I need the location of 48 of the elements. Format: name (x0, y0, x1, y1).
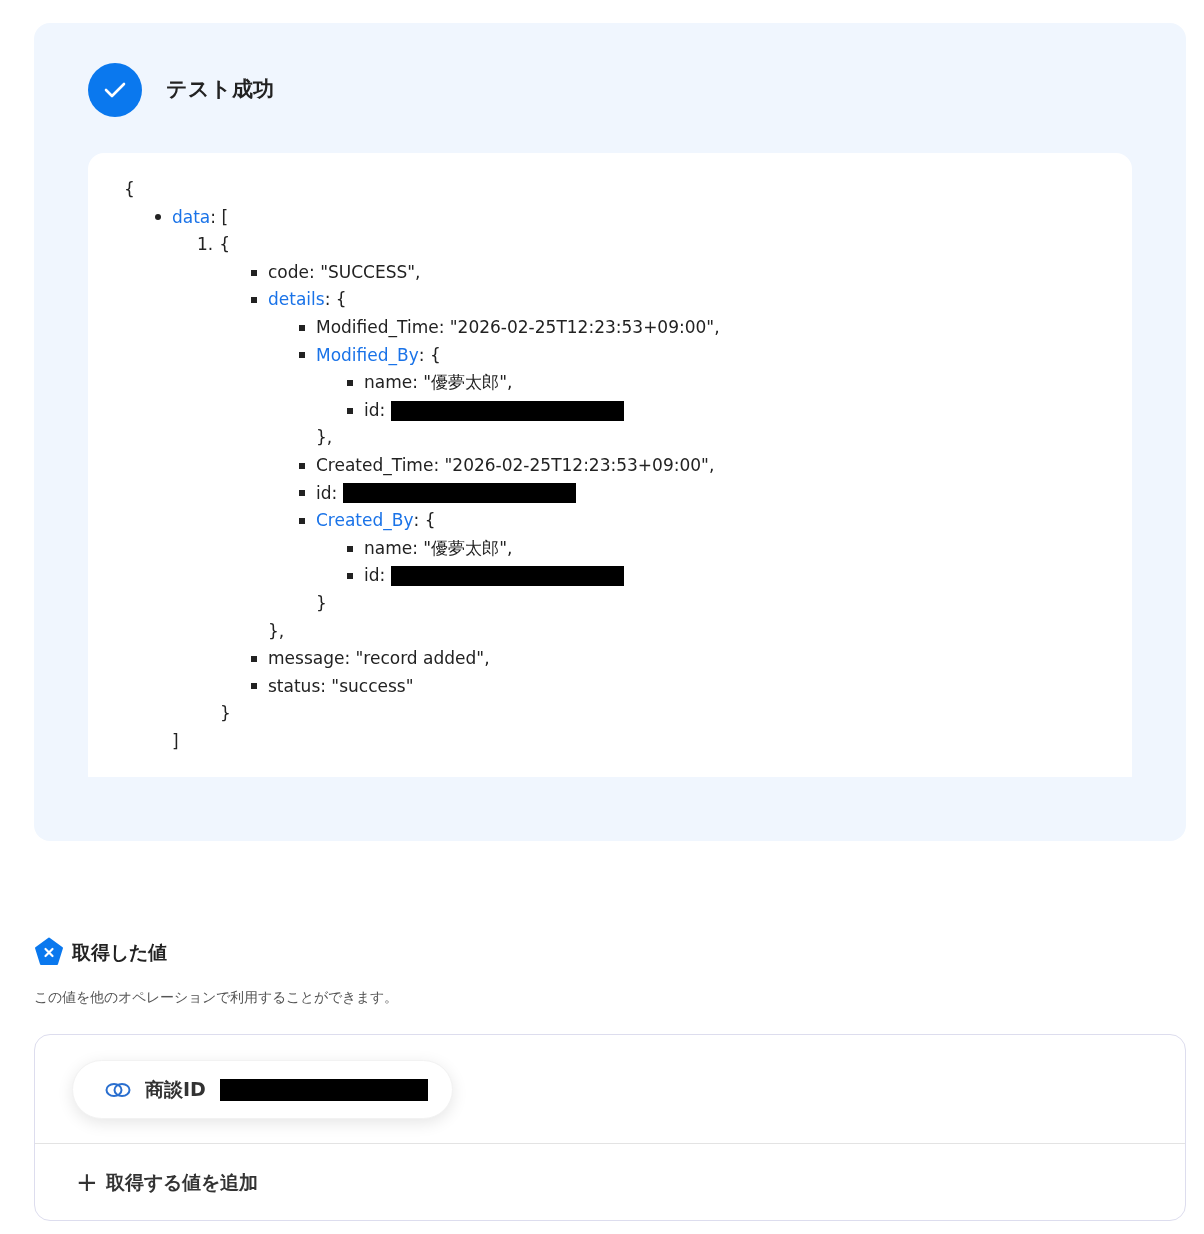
key-link[interactable]: Created_By (316, 507, 414, 535)
json-text: { (219, 233, 231, 257)
bullet-icon (347, 573, 353, 580)
json-text: : { (324, 288, 347, 312)
json-text: } (220, 702, 231, 726)
json-text: status: "success" (268, 674, 414, 698)
key-link[interactable]: details (268, 286, 325, 314)
section-title: 取得した値 (72, 940, 167, 966)
json-text: id: (316, 481, 338, 505)
json-text: name: "優夢太郎", (364, 536, 513, 560)
bullet-icon (299, 462, 305, 469)
json-text: Modified_Time: "2026-02-25T12:23:53+09:00", (316, 315, 720, 340)
value-label: 商談ID (145, 1077, 206, 1103)
bullet-icon (299, 490, 305, 497)
bullet-icon (299, 352, 305, 359)
json-text: } (316, 591, 327, 615)
bullet-icon (155, 214, 161, 221)
bullet-icon (347, 545, 353, 552)
add-value-button[interactable]: + 取得する値を追加 (35, 1142, 1185, 1221)
key-link[interactable]: data (172, 203, 211, 232)
bullet-icon (251, 655, 257, 662)
json-text: }, (316, 426, 333, 450)
json-text: id: (364, 564, 386, 588)
pentagon-x-icon (34, 937, 64, 968)
value-chip[interactable]: 商談ID (72, 1060, 453, 1119)
bullet-icon (299, 324, 305, 331)
key-link[interactable]: Modified_By (316, 341, 419, 370)
section-description: この値を他のオペレーションで利用することができます。 (34, 988, 399, 1008)
json-text: id: (364, 398, 386, 422)
json-text: name: "優夢太郎", (364, 371, 513, 395)
bullet-icon (299, 517, 305, 524)
bullet-icon (347, 379, 353, 386)
bullet-icon (251, 269, 257, 276)
json-text: : [ (210, 205, 229, 229)
json-text: : { (418, 343, 441, 367)
json-text: { (124, 178, 136, 201)
json-text: : { (413, 509, 436, 533)
bullet-icon (347, 407, 353, 414)
json-text: Created_Time: "2026-02-25T12:23:53+09:00", (316, 453, 715, 478)
link-icon (105, 1081, 131, 1098)
result-title: テスト成功 (166, 76, 274, 104)
bullet-icon (251, 683, 257, 690)
json-text: code: "SUCCESS", (268, 260, 421, 284)
json-text: ] (172, 729, 179, 753)
json-text: message: "record added", (268, 647, 490, 671)
list-number: 1. (197, 233, 214, 257)
json-text: }, (268, 619, 285, 643)
bullet-icon (251, 297, 257, 304)
